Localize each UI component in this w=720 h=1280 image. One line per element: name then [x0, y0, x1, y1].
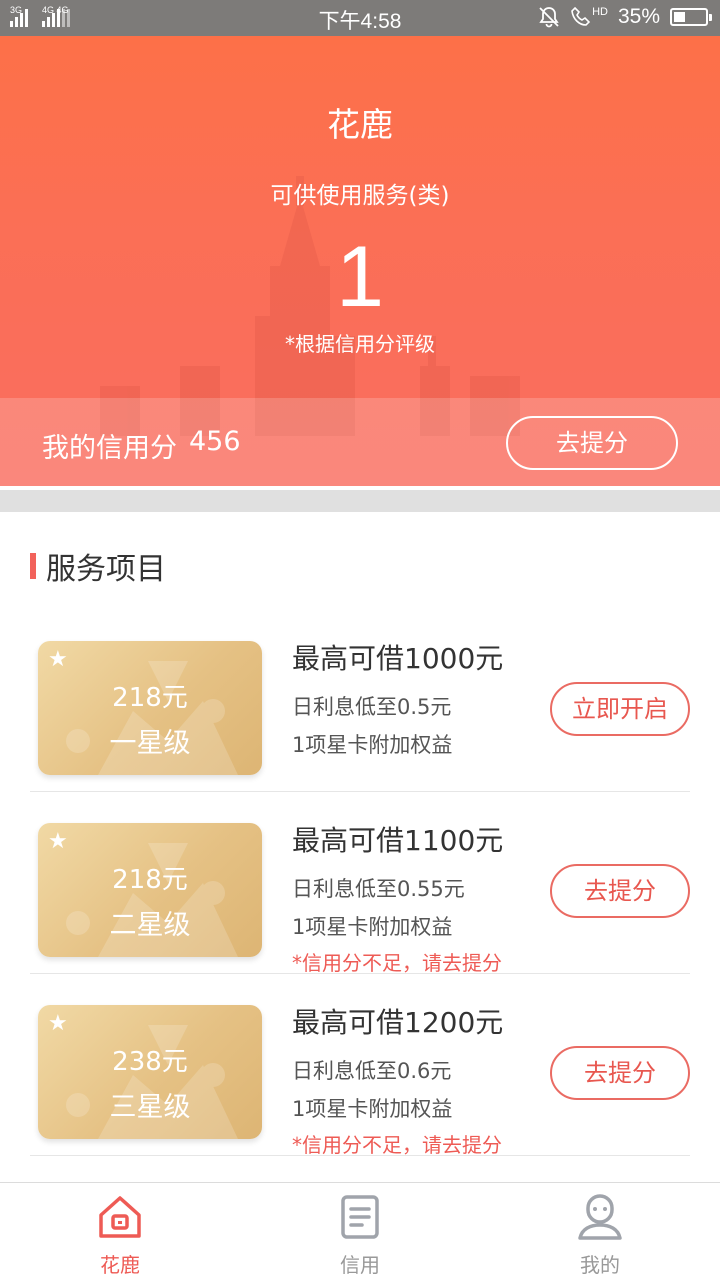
insufficient-score-warning: *信用分不足，请去提分: [292, 951, 502, 975]
section-title: 服务项目: [46, 552, 166, 587]
status-right: HD 35%: [538, 5, 712, 29]
hero-banner: 花鹿 可供使用服务(类) 1 *根据信用分评级 我的信用分 456 去提分: [0, 36, 720, 486]
card-level: 二星级: [109, 910, 191, 941]
available-services-count: 1: [336, 229, 384, 325]
rating-note: *根据信用分评级: [285, 332, 435, 356]
service-benefit: 1项星卡附加权益: [292, 1097, 453, 1121]
nav-label-credit: 信用: [340, 1253, 380, 1277]
battery-icon: [670, 8, 712, 26]
home-icon: [99, 1196, 141, 1238]
section-divider: [0, 490, 720, 512]
service-item: ★ 238元 三星级 最高可借1200元 日利息低至0.6元 1项星卡附加权益 …: [30, 974, 690, 1158]
activate-button[interactable]: 立即开启: [550, 682, 690, 736]
star-card[interactable]: ★ 218元 二星级: [38, 823, 262, 957]
status-bar: 3G 4G 4G 下午4:58 HD 35%: [0, 0, 720, 36]
star-card[interactable]: ★ 218元 一星级: [38, 641, 262, 775]
service-interest: 日利息低至0.5元: [292, 695, 452, 719]
battery-level: [674, 12, 685, 22]
service-benefit: 1项星卡附加权益: [292, 915, 453, 939]
insufficient-score-warning: *信用分不足，请去提分: [292, 1133, 502, 1157]
raise-score-button[interactable]: 去提分: [550, 1046, 690, 1100]
service-interest: 日利息低至0.6元: [292, 1059, 452, 1083]
section-header: 服务项目: [30, 544, 166, 588]
credit-score-value: 456: [189, 426, 241, 457]
card-price: 238元: [112, 1047, 188, 1077]
app-title: 花鹿: [327, 105, 393, 144]
service-info: 最高可借1100元 日利息低至0.55元 1项星卡附加权益 *信用分不足，请去提…: [292, 819, 503, 976]
available-services-label: 可供使用服务(类): [270, 183, 450, 209]
service-title: 最高可借1100元: [292, 824, 504, 857]
nav-label-mine: 我的: [580, 1253, 620, 1277]
profile-icon: [578, 1194, 622, 1240]
raise-score-button[interactable]: 去提分: [550, 864, 690, 918]
card-level: 一星级: [109, 728, 191, 759]
document-icon: [341, 1195, 379, 1239]
card-price: 218元: [112, 865, 188, 895]
section-marker: [30, 553, 36, 579]
credit-score-bar: 我的信用分 456 去提分: [0, 398, 720, 486]
service-item: ★ 218元 一星级 最高可借1000元 日利息低至0.5元 1项星卡附加权益 …: [30, 610, 690, 792]
hd-label: HD: [592, 6, 608, 18]
service-interest: 日利息低至0.55元: [292, 877, 465, 901]
service-list: ★ 218元 一星级 最高可借1000元 日利息低至0.5元 1项星卡附加权益 …: [30, 610, 690, 1158]
card-price: 218元: [112, 683, 188, 713]
nav-item-credit[interactable]: 信用: [240, 1183, 480, 1280]
service-benefit: 1项星卡附加权益: [292, 733, 453, 757]
star-icon: ★: [48, 1011, 68, 1036]
credit-score-label: 我的信用分: [42, 433, 177, 464]
service-title: 最高可借1200元: [292, 1006, 504, 1039]
star-icon: ★: [48, 647, 68, 672]
bell-off-icon: [539, 7, 559, 28]
card-level: 三星级: [109, 1092, 191, 1123]
battery-percent: 35%: [617, 5, 660, 28]
raise-score-button[interactable]: 去提分: [506, 416, 678, 470]
credit-score-text: 我的信用分 456: [42, 426, 241, 465]
nav-item-mine[interactable]: 我的: [480, 1183, 720, 1280]
nav-item-home[interactable]: 花鹿: [0, 1183, 240, 1280]
star-icon: ★: [48, 829, 68, 854]
service-info: 最高可借1000元 日利息低至0.5元 1项星卡附加权益: [292, 637, 503, 759]
hd-call-icon: HD: [570, 6, 608, 28]
star-card[interactable]: ★ 238元 三星级: [38, 1005, 262, 1139]
bottom-nav: 花鹿 信用 我的: [0, 1182, 720, 1280]
service-title: 最高可借1000元: [292, 642, 504, 675]
service-info: 最高可借1200元 日利息低至0.6元 1项星卡附加权益 *信用分不足，请去提分: [292, 1001, 503, 1158]
nav-label-home: 花鹿: [100, 1253, 140, 1277]
service-item: ★ 218元 二星级 最高可借1100元 日利息低至0.55元 1项星卡附加权益…: [30, 792, 690, 976]
